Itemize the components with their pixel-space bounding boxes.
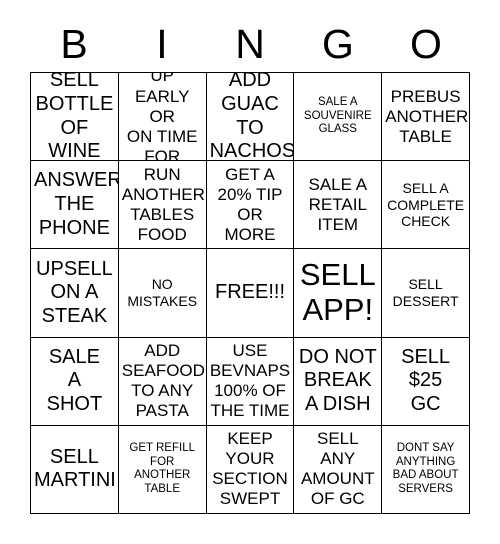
- bingo-cell[interactable]: KEEP YOUR SECTION SWEPT: [206, 425, 295, 514]
- bingo-cell-text: NO MISTAKES: [127, 276, 198, 309]
- bingo-cell[interactable]: SALE A RETAIL ITEM: [294, 161, 383, 250]
- bingo-cell-text: UPSELL ON A STEAK: [36, 257, 113, 327]
- bingo-header: B I N G O: [30, 16, 470, 72]
- bingo-cell[interactable]: ADD SEAFOOD TO ANY PASTA: [118, 337, 207, 426]
- bingo-cell[interactable]: FREE!!!: [206, 249, 295, 338]
- bingo-cell[interactable]: NO MISTAKES: [118, 249, 207, 338]
- bingo-cell-text: PREBUS ANOTHER TABLE: [385, 86, 469, 146]
- bingo-cell-text: USE BEVNAPS 100% OF THE TIME: [209, 341, 291, 421]
- bingo-cell[interactable]: SALE A SOUVENIRE GLASS: [294, 73, 383, 162]
- bingo-cell-text: GET A 20% TIP OR MORE: [217, 164, 283, 244]
- header-letter-o: O: [410, 20, 442, 67]
- bingo-cell-text: SELL MARTINI: [34, 445, 116, 492]
- bingo-cell-text: SELL APP!: [299, 257, 376, 327]
- bingo-cell-text: KEEP YOUR SECTION SWEPT: [212, 429, 288, 509]
- bingo-card: B I N G O SELL BOTTLE OF WINESHOW UP EAR…: [0, 0, 500, 544]
- bingo-cell[interactable]: USE BEVNAPS 100% OF THE TIME: [206, 337, 295, 426]
- bingo-cell[interactable]: ANSWER THE PHONE: [31, 161, 119, 250]
- bingo-cell-text: GET REFILL FOR ANOTHER TABLE: [129, 442, 195, 495]
- bingo-cell-text: RUN ANOTHER TABLES FOOD: [121, 164, 205, 244]
- bingo-cell-text: DO NOT BREAK A DISH: [298, 345, 377, 415]
- bingo-cell[interactable]: SELL MARTINI: [31, 425, 119, 514]
- header-letter-n: N: [235, 20, 265, 67]
- bingo-cell[interactable]: SELL A COMPLETE CHECK: [382, 161, 470, 250]
- bingo-cell-text: SALE A SOUVENIRE GLASS: [303, 96, 372, 136]
- bingo-cell[interactable]: PREBUS ANOTHER TABLE: [382, 73, 470, 162]
- bingo-cell-text: SELL $25 GC: [401, 345, 451, 415]
- bingo-cell[interactable]: SALE A SHOT: [31, 337, 119, 426]
- bingo-cell-text: SHOW UP EARLY OR ON TIME FOR SHIFT: [126, 73, 198, 162]
- header-letter-b: B: [60, 20, 88, 67]
- header-letter-i: I: [156, 20, 168, 67]
- bingo-cell-text: ADD SEAFOOD TO ANY PASTA: [121, 341, 205, 421]
- bingo-cell[interactable]: SHOW UP EARLY OR ON TIME FOR SHIFT: [118, 73, 207, 162]
- bingo-cell-text: SELL ANY AMOUNT OF GC: [300, 429, 375, 509]
- bingo-cell[interactable]: SELL $25 GC: [382, 337, 470, 426]
- bingo-cell[interactable]: SELL APP!: [294, 249, 383, 338]
- bingo-cell[interactable]: SELL BOTTLE OF WINE: [31, 73, 119, 162]
- bingo-cell-text: ANSWER THE PHONE: [34, 169, 119, 239]
- bingo-cell[interactable]: SELL DESSERT: [382, 249, 470, 338]
- bingo-cell[interactable]: GET A 20% TIP OR MORE: [206, 161, 295, 250]
- bingo-cell-text: SALE A SHOT: [46, 345, 103, 415]
- bingo-cell-text: FREE!!!: [214, 281, 285, 304]
- bingo-cell[interactable]: SELL ANY AMOUNT OF GC: [294, 425, 383, 514]
- bingo-cell-text: DONT SAY ANYTHING BAD ABOUT SERVERS: [392, 442, 459, 495]
- bingo-grid: SELL BOTTLE OF WINESHOW UP EARLY OR ON T…: [30, 72, 470, 514]
- bingo-cell[interactable]: DONT SAY ANYTHING BAD ABOUT SERVERS: [382, 425, 470, 514]
- bingo-cell[interactable]: GET REFILL FOR ANOTHER TABLE: [118, 425, 207, 514]
- bingo-cell[interactable]: UPSELL ON A STEAK: [31, 249, 119, 338]
- header-letter-g: G: [322, 20, 354, 67]
- bingo-cell-text: SELL A COMPLETE CHECK: [387, 180, 465, 230]
- bingo-cell-text: SELL BOTTLE OF WINE: [35, 73, 114, 162]
- bingo-cell[interactable]: DO NOT BREAK A DISH: [294, 337, 383, 426]
- bingo-cell-text: ADD GUAC TO NACHOS: [209, 73, 295, 162]
- bingo-cell[interactable]: RUN ANOTHER TABLES FOOD: [118, 161, 207, 250]
- bingo-cell-text: SALE A RETAIL ITEM: [308, 174, 368, 234]
- bingo-cell[interactable]: ADD GUAC TO NACHOS: [206, 73, 295, 162]
- bingo-cell-text: SELL DESSERT: [392, 276, 459, 309]
